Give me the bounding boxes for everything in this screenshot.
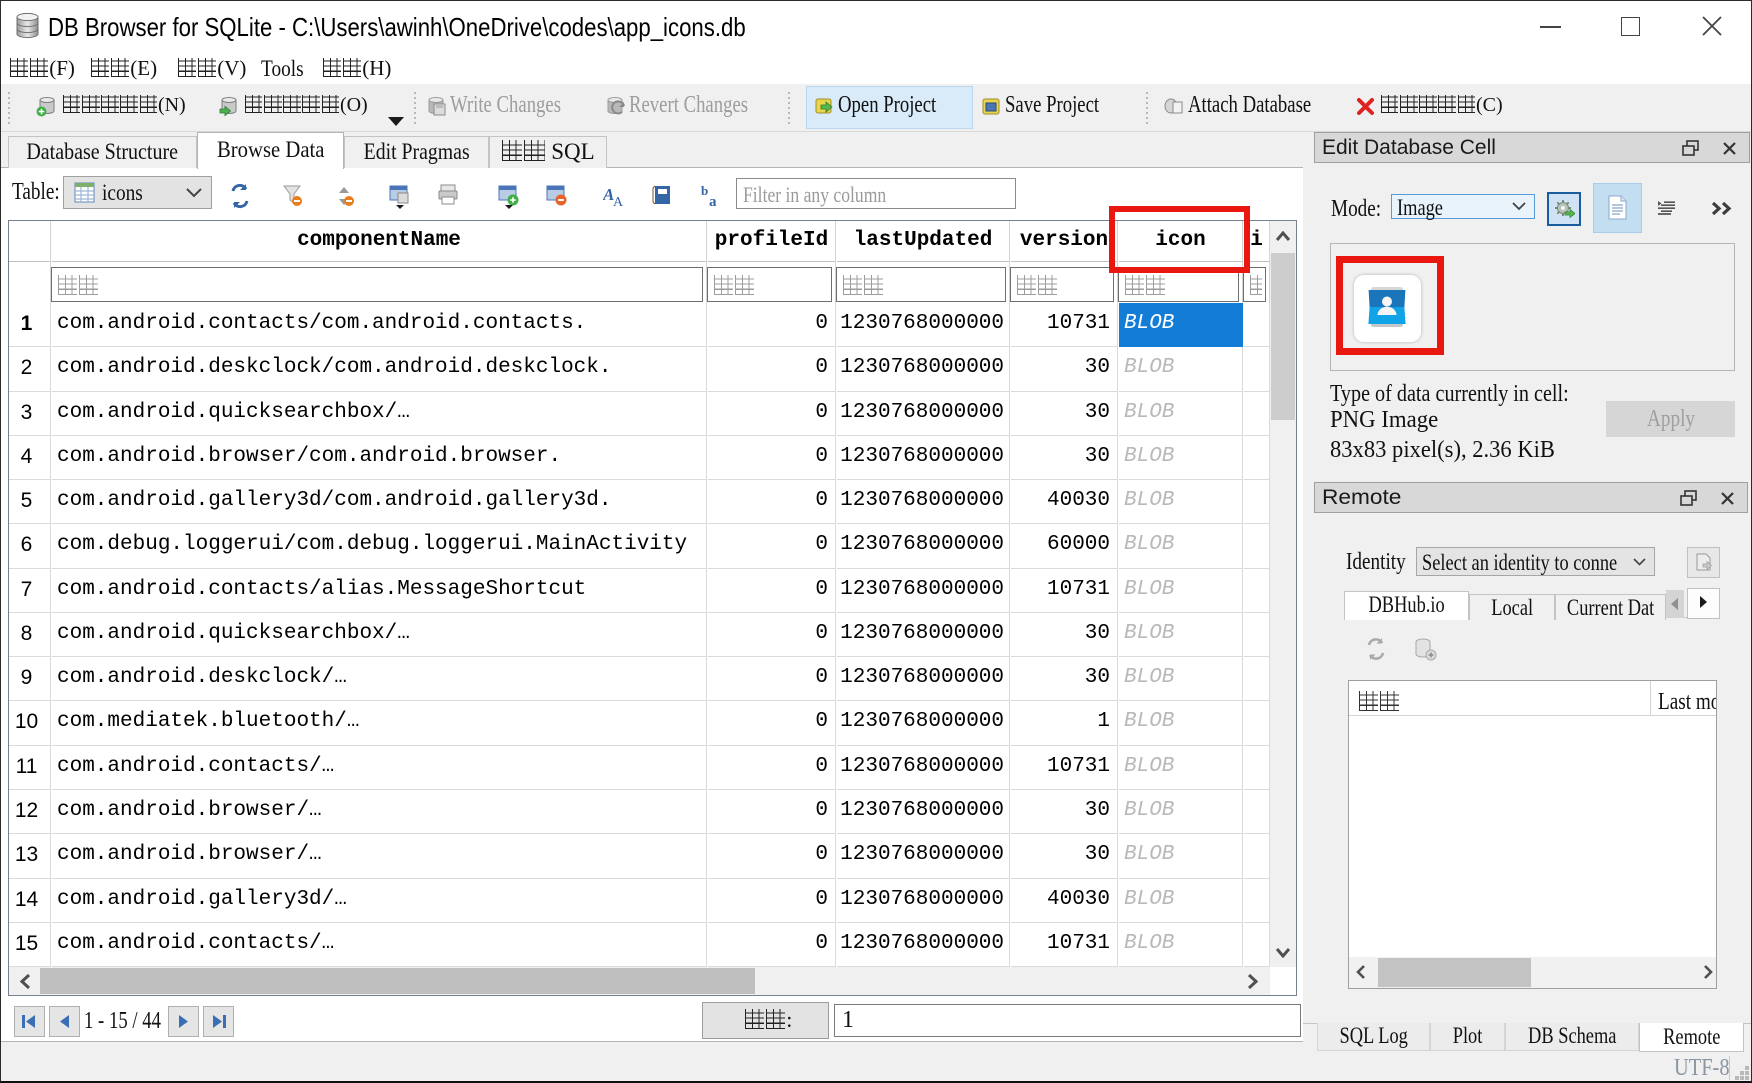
svg-text:a: a (709, 194, 717, 209)
svg-text:A: A (613, 195, 624, 209)
svg-text:b: b (701, 183, 708, 198)
